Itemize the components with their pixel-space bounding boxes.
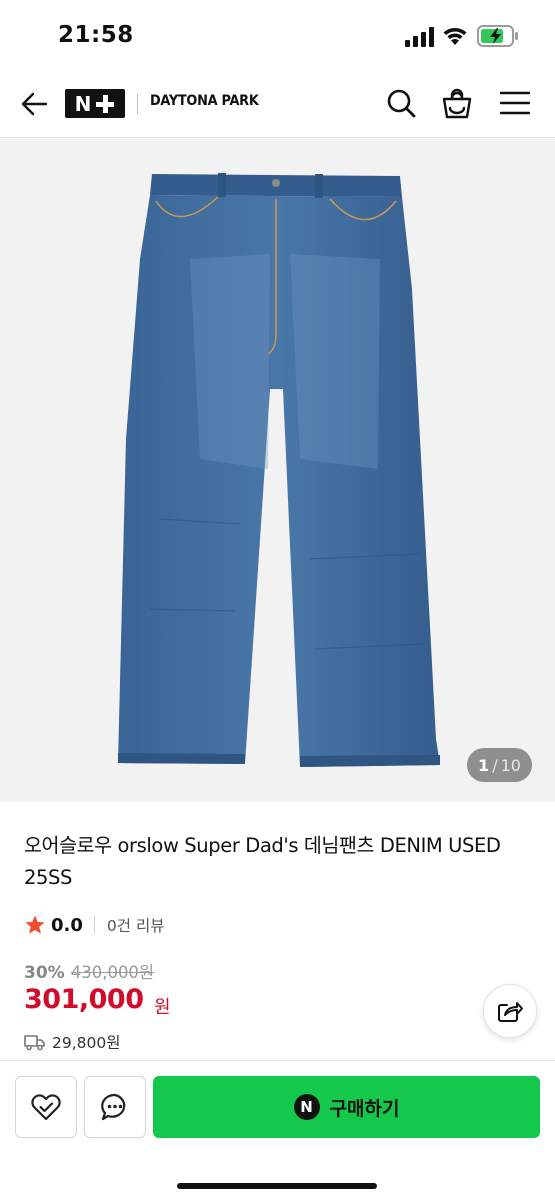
naver-n-icon: N — [293, 1094, 320, 1120]
share-icon — [498, 1002, 523, 1022]
product-image-gallery[interactable]: 1 / 10 — [0, 139, 555, 802]
header-divider — [137, 94, 138, 114]
rating-divider — [93, 916, 95, 934]
app-header: N DAYTONA PARK — [0, 70, 555, 138]
status-time: 21:58 — [58, 22, 134, 48]
image-counter-separator: / — [492, 755, 498, 775]
nplus-logo[interactable]: N — [65, 89, 125, 118]
buy-button-label: 구매하기 — [329, 1097, 400, 1120]
search-icon[interactable] — [385, 87, 417, 119]
shipping-fee: 29,800원 — [52, 1034, 121, 1052]
buy-now-button[interactable]: N 구매하기 — [153, 1076, 540, 1138]
bottom-action-bar: N 구매하기 — [0, 1060, 555, 1200]
delivery-truck-icon — [24, 1035, 45, 1051]
hamburger-menu-icon[interactable] — [500, 90, 530, 116]
star-icon — [25, 915, 45, 934]
heart-check-icon — [31, 1094, 61, 1121]
sale-price-unit: 원 — [154, 997, 171, 1018]
home-indicator[interactable] — [177, 1183, 377, 1189]
chat-inquiry-button[interactable] — [84, 1076, 146, 1138]
original-price: 430,000원 — [70, 963, 155, 982]
back-arrow-icon[interactable] — [18, 88, 50, 120]
battery-charging-icon — [477, 25, 518, 47]
discount-row: 30% 430,000원 — [24, 959, 154, 983]
wifi-icon — [443, 28, 467, 45]
sale-price: 301,000 — [24, 984, 144, 1015]
plus-icon — [95, 94, 115, 114]
product-photo-jeans — [118, 173, 440, 767]
discount-rate: 30% — [24, 963, 65, 983]
brand-name[interactable]: DAYTONA PARK — [150, 93, 259, 109]
share-button[interactable] — [483, 984, 537, 1038]
wishlist-button[interactable] — [15, 1076, 77, 1138]
shopping-basket-icon[interactable] — [441, 86, 473, 120]
image-counter-total: 10 — [500, 755, 521, 775]
image-counter-current: 1 — [478, 755, 490, 775]
nplus-logo-n: N — [74, 91, 92, 116]
review-count-link[interactable]: 0건 리뷰 — [107, 914, 165, 936]
rating-value: 0.0 — [51, 914, 83, 936]
shipping-row: 29,800원 — [24, 1031, 121, 1053]
chat-bubble-icon — [101, 1093, 126, 1121]
rating-row[interactable]: 0.0 0건 리뷰 — [24, 912, 164, 938]
cellular-signal-icon — [405, 27, 434, 47]
image-counter: 1 / 10 — [467, 748, 532, 782]
status-bar: 21:58 — [0, 0, 555, 70]
product-title: 오어슬로우 orslow Super Dad's 데님팬츠 DENIM USED… — [24, 834, 501, 889]
